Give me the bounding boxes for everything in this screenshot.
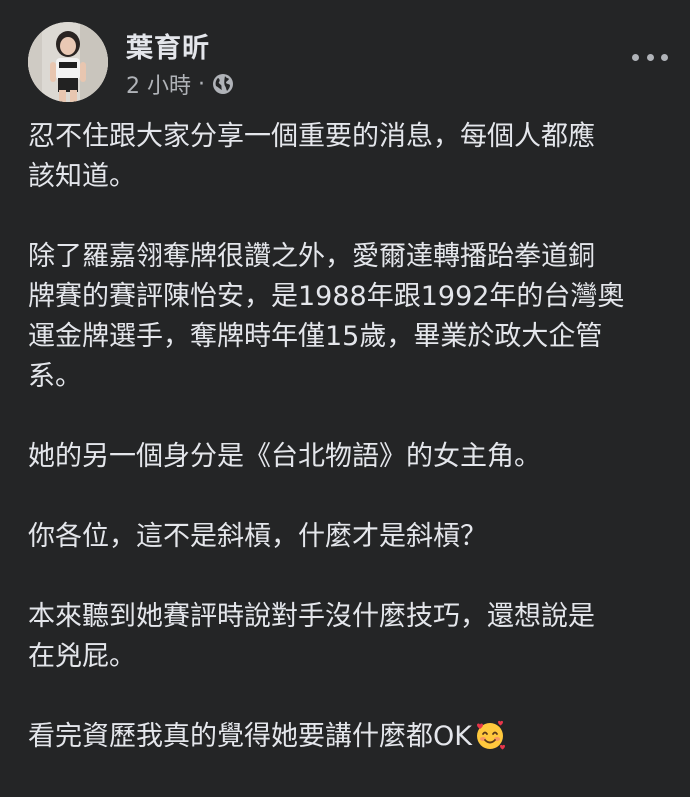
- more-dot: [661, 53, 668, 61]
- post-paragraph: 本來聽到她賽評時說對手沒什麼技巧，還想說是 在兇屁。: [28, 601, 595, 672]
- smiling-face-with-hearts-icon: [474, 719, 506, 751]
- post-paragraph-text: 看完資歷我真的覺得她要講什麼都OK: [28, 721, 472, 752]
- post-header: 葉育昕 2 小時 ·: [28, 22, 668, 106]
- post-meta: 2 小時 ·: [126, 68, 235, 100]
- author-name[interactable]: 葉育昕: [126, 26, 210, 65]
- post-paragraph: 忍不住跟大家分享一個重要的消息，每個人都應 該知道。: [28, 121, 595, 192]
- avatar-image: [28, 22, 108, 102]
- post-timestamp[interactable]: 2 小時: [126, 68, 191, 100]
- more-dot: [646, 53, 654, 61]
- post-paragraph: 她的另一個身分是《台北物語》的女主角。: [28, 441, 541, 472]
- more-dot: [632, 53, 639, 61]
- post-paragraph: 除了羅嘉翎奪牌很讚之外，愛爾達轉播跆拳道銅 牌賽的賽評陳怡安，是1988年跟19…: [28, 241, 625, 392]
- avatar[interactable]: [28, 22, 108, 102]
- post-paragraph-last: 看完資歷我真的覺得她要講什麼都OK: [28, 717, 668, 757]
- meta-separator: ·: [198, 71, 205, 97]
- more-options-icon[interactable]: [632, 46, 668, 68]
- post-paragraph: 你各位，這不是斜槓，什麼才是斜槓？: [28, 521, 487, 552]
- globe-icon[interactable]: [211, 72, 235, 96]
- post-body: 忍不住跟大家分享一個重要的消息，每個人都應 該知道。 除了羅嘉翎奪牌很讚之外，愛…: [28, 117, 668, 797]
